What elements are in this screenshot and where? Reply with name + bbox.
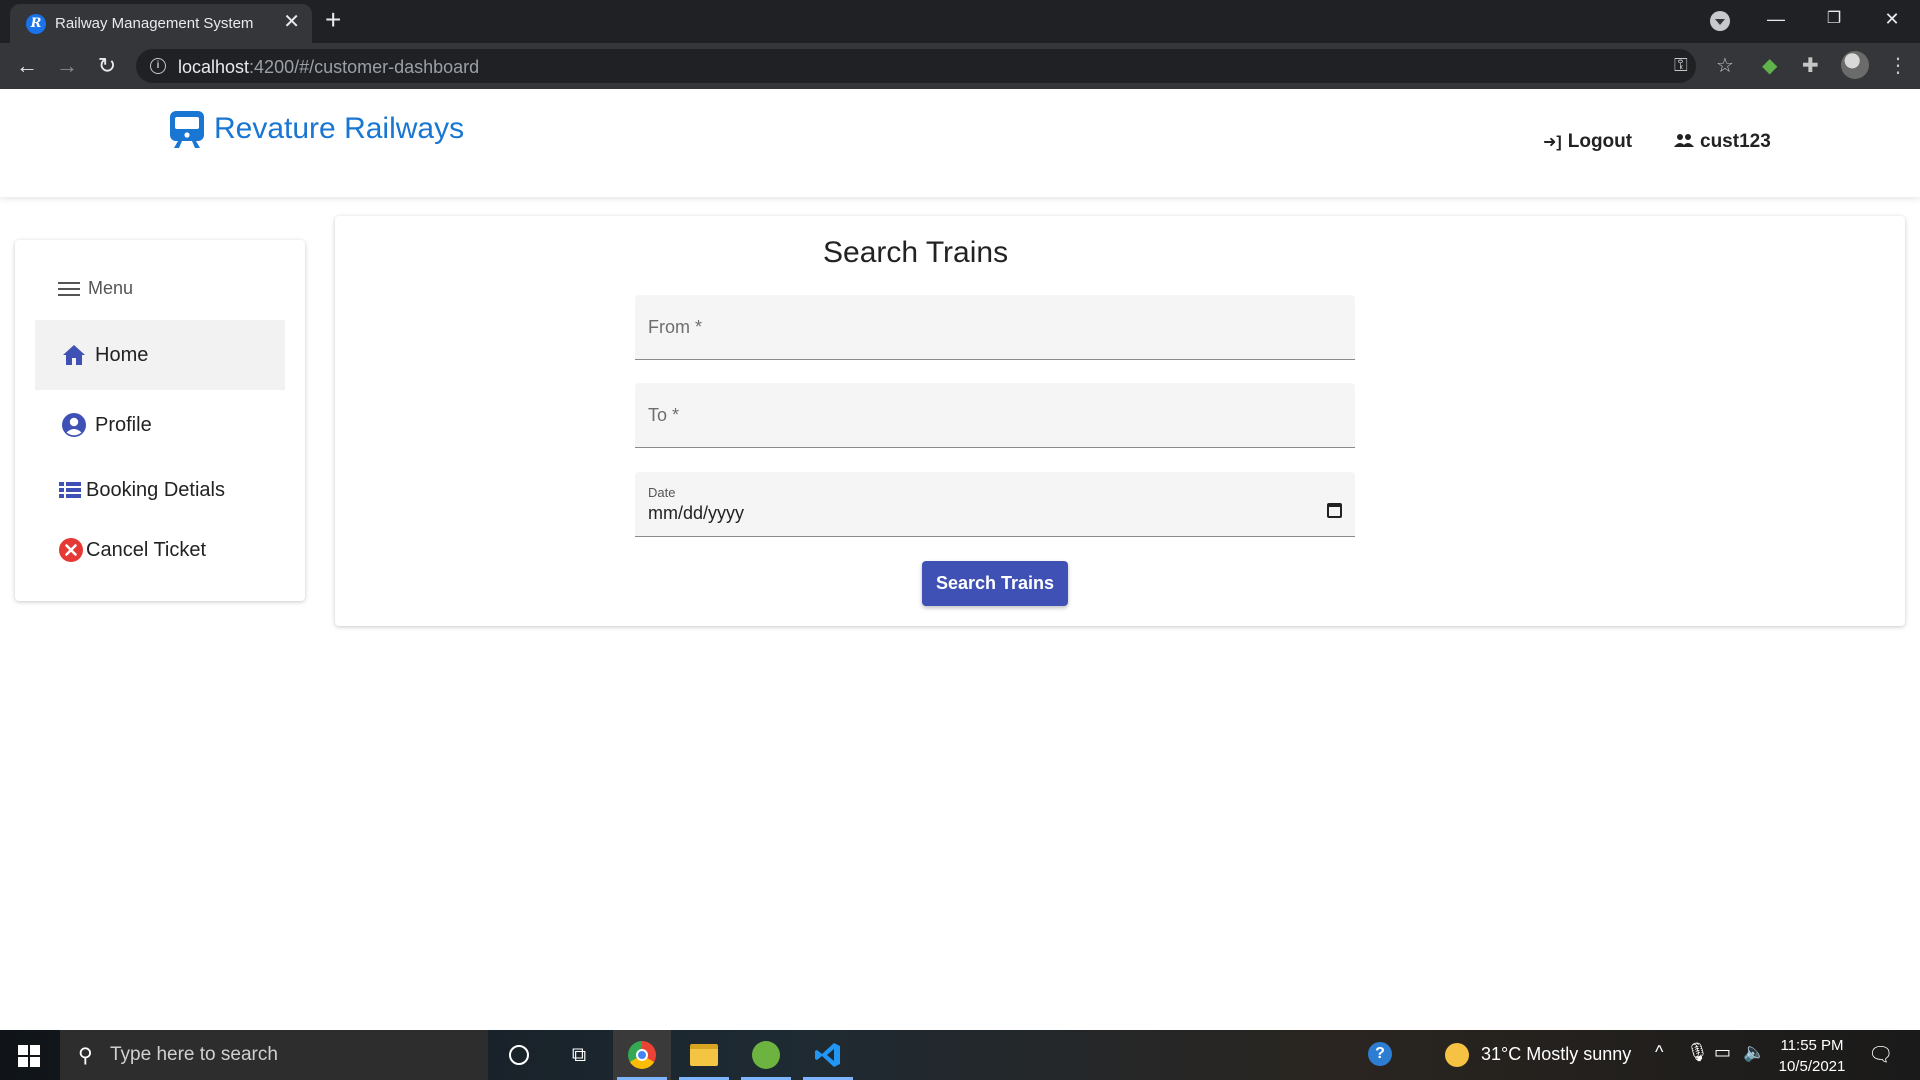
sidebar-item-label: Booking Detials	[86, 478, 225, 501]
user-label: cust123	[1700, 131, 1771, 152]
extensions-puzzle-icon[interactable]: ✚	[1802, 53, 1819, 78]
extension-app-icon[interactable]: ◆	[1762, 53, 1777, 78]
minimize-icon[interactable]: —	[1756, 4, 1796, 34]
spring-tool-icon[interactable]	[737, 1030, 795, 1080]
tray-expand-icon[interactable]: ^	[1655, 1042, 1663, 1063]
more-menu-icon[interactable]: ⋮	[1888, 53, 1908, 78]
users-icon	[1674, 133, 1694, 152]
key-icon[interactable]: ⚿	[1674, 55, 1688, 76]
help-icon[interactable]: ?	[1368, 1042, 1392, 1066]
bookmark-star-icon[interactable]: ☆	[1716, 53, 1734, 78]
site-info-icon[interactable]: i	[150, 58, 166, 74]
system-clock[interactable]: 11:55 PM 10/5/2021	[1770, 1035, 1854, 1077]
taskbar-search-placeholder: Type here to search	[110, 1044, 278, 1065]
tab-close-icon[interactable]: ✕	[283, 12, 300, 32]
file-explorer-icon[interactable]	[675, 1030, 733, 1080]
windows-start-icon[interactable]	[18, 1045, 40, 1067]
taskbar: ⚲ Type here to search ⧉ ? 31°C Mostly su…	[0, 1030, 1920, 1080]
date-label: Date	[648, 485, 676, 500]
to-label: To *	[648, 405, 680, 425]
sidebar-item-label: Profile	[95, 413, 152, 436]
sidebar-item-home[interactable]: Home	[35, 320, 285, 390]
tab-search-icon[interactable]	[1710, 11, 1730, 31]
browser-tab[interactable]: R Railway Management System ✕	[10, 4, 312, 43]
address-bar[interactable]: i localhost:4200/#/customer-dashboard ⚿ …	[136, 49, 1734, 83]
volume-icon[interactable]: 🔈	[1743, 1042, 1765, 1063]
microphone-icon[interactable]: 🎙	[1686, 1042, 1709, 1063]
date-field[interactable]: Date mm/dd/yyyy	[635, 472, 1355, 537]
restore-icon[interactable]: ❐	[1814, 4, 1854, 34]
logout-link[interactable]: ➜] Logout	[1543, 131, 1632, 153]
brand[interactable]: Revature Railways	[168, 109, 464, 149]
side-menu: Menu Home Profile Booking Detials Cancel…	[15, 240, 305, 601]
list-icon	[58, 477, 84, 503]
new-tab-icon[interactable]: +	[325, 6, 341, 34]
cortana-icon[interactable]	[490, 1030, 548, 1080]
task-view-icon[interactable]: ⧉	[550, 1030, 608, 1080]
weather-text[interactable]: 31°C Mostly sunny	[1481, 1044, 1631, 1065]
sidebar-item-profile[interactable]: Profile	[35, 390, 285, 460]
vscode-icon[interactable]	[799, 1030, 857, 1080]
search-trains-button[interactable]: Search Trains	[922, 561, 1068, 606]
train-icon	[168, 109, 206, 149]
clock-time: 11:55 PM	[1780, 1037, 1844, 1054]
taskbar-search[interactable]: ⚲ Type here to search	[60, 1030, 488, 1080]
browser-toolbar: ← → ↻ i localhost:4200/#/customer-dashbo…	[0, 43, 1920, 89]
address-url[interactable]: localhost:4200/#/customer-dashboard	[178, 57, 479, 78]
browser-tabstrip: R Railway Management System ✕ + — ❐ ✕	[0, 0, 1920, 43]
tab-title: Railway Management System	[55, 15, 254, 32]
sidebar-item-label: Cancel Ticket	[86, 538, 207, 561]
back-icon[interactable]: ←	[12, 51, 42, 81]
to-field[interactable]: To *	[635, 383, 1355, 448]
brand-name: Revature Railways	[214, 112, 465, 145]
sidebar-item-cancel-ticket[interactable]: Cancel Ticket	[35, 515, 285, 585]
user-link[interactable]: cust123	[1674, 131, 1771, 153]
search-icon: ⚲	[78, 1045, 93, 1067]
app-header: Revature Railways ➜] Logout cust123	[0, 89, 1920, 197]
menu-label: Menu	[88, 278, 134, 298]
forward-icon[interactable]: →	[52, 51, 82, 81]
sign-out-icon: ➜]	[1543, 134, 1562, 151]
page-title: Search Trains	[823, 236, 1009, 269]
hamburger-icon	[58, 281, 80, 297]
window-close-icon[interactable]: ✕	[1872, 4, 1912, 34]
sidebar-item-label: Home	[95, 343, 149, 366]
account-circle-icon	[61, 412, 87, 438]
search-card: Search Trains From * To * Date mm/dd/yyy…	[335, 216, 1905, 626]
railway-favicon-icon: R	[26, 14, 46, 34]
battery-icon[interactable]: ▭	[1714, 1042, 1731, 1063]
weather-icon[interactable]	[1445, 1043, 1469, 1067]
chrome-icon[interactable]	[613, 1030, 671, 1080]
from-field[interactable]: From *	[635, 295, 1355, 360]
date-value: mm/dd/yyyy	[648, 503, 745, 523]
cancel-circle-icon	[58, 537, 84, 563]
profile-avatar[interactable]	[1841, 51, 1869, 79]
menu-header[interactable]: Menu	[58, 278, 133, 299]
from-label: From *	[648, 317, 702, 337]
clock-date: 10/5/2021	[1778, 1058, 1846, 1075]
home-icon	[61, 342, 87, 368]
reload-icon[interactable]: ↻	[92, 51, 122, 81]
notifications-icon[interactable]: 🗨	[1868, 1042, 1893, 1067]
calendar-icon[interactable]	[1327, 503, 1342, 518]
logout-label: Logout	[1567, 131, 1633, 152]
